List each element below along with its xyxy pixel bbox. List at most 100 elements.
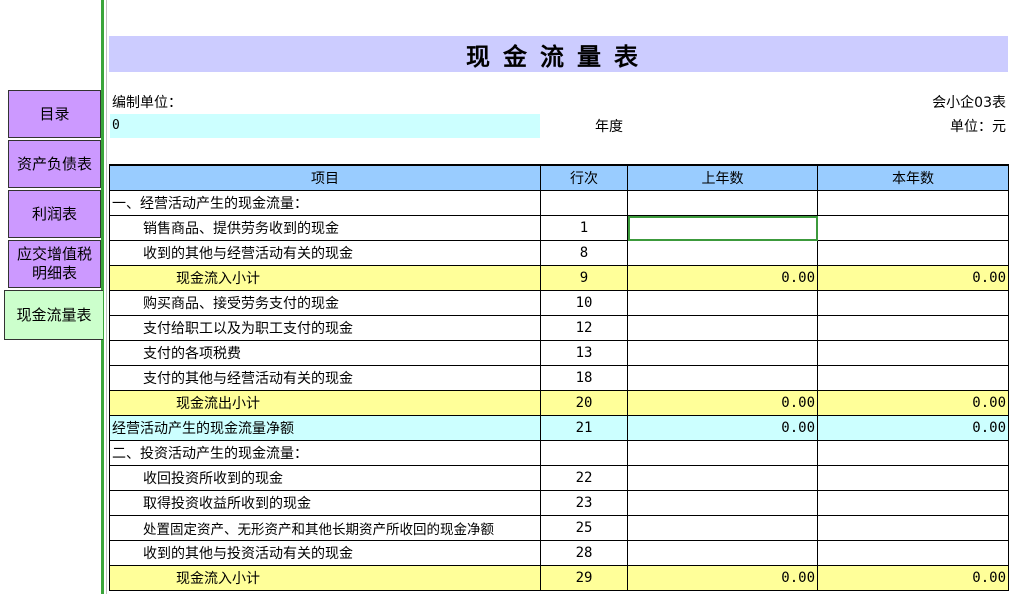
tab-balance-sheet[interactable]: 资产负债表: [8, 140, 101, 188]
line-no-cell[interactable]: [540, 440, 628, 466]
table-row: 收到的其他与投资活动有关的现金 28: [109, 540, 1009, 566]
line-no-cell[interactable]: [540, 190, 628, 216]
net-total-row: 经营活动产生的现金流量净额 21 0.00 0.00: [109, 415, 1009, 441]
line-no-cell[interactable]: 8: [540, 240, 628, 266]
subtotal-row: 现金流入小计 9 0.00 0.00: [109, 265, 1009, 291]
item-cell[interactable]: 支付的其他与经营活动有关的现金: [109, 365, 541, 391]
table-row: 支付的各项税费 13: [109, 340, 1009, 366]
item-cell[interactable]: 二、投资活动产生的现金流量：: [109, 440, 541, 466]
prior-year-cell[interactable]: [627, 315, 818, 341]
item-cell[interactable]: 经营活动产生的现金流量净额: [109, 415, 541, 441]
line-no-cell[interactable]: 22: [540, 465, 628, 491]
line-no-cell[interactable]: 20: [540, 390, 628, 416]
line-no-cell[interactable]: 25: [540, 515, 628, 541]
item-cell[interactable]: 支付给职工以及为职工支付的现金: [109, 315, 541, 341]
tab-label: 应交增值税明细表: [16, 245, 92, 282]
header-current-year: 本年数: [817, 164, 1009, 191]
current-year-cell[interactable]: [817, 315, 1009, 341]
subtotal-row: 现金流入小计 29 0.00 0.00: [109, 565, 1009, 591]
line-no-cell[interactable]: 21: [540, 415, 628, 441]
item-cell[interactable]: 现金流出小计: [109, 390, 541, 416]
unit-name-field[interactable]: 0: [110, 114, 540, 138]
prior-year-cell[interactable]: 0.00: [627, 390, 818, 416]
header-item: 项目: [109, 164, 541, 191]
table-row: 取得投资收益所收到的现金 23: [109, 490, 1009, 516]
subtotal-row: 现金流出小计 20 0.00 0.00: [109, 390, 1009, 416]
current-year-cell[interactable]: [817, 290, 1009, 316]
item-cell[interactable]: 处置固定资产、无形资产和其他长期资产所收回的现金净额: [109, 515, 541, 541]
prior-year-cell[interactable]: [627, 465, 818, 491]
current-year-cell[interactable]: 0.00: [817, 565, 1009, 591]
sheet-border: [106, 0, 107, 594]
header-line-no: 行次: [540, 164, 628, 191]
table-header-row: 项目 行次 上年数 本年数: [109, 164, 1009, 191]
prior-year-cell[interactable]: [627, 365, 818, 391]
item-cell[interactable]: 一、经营活动产生的现金流量：: [109, 190, 541, 216]
item-cell[interactable]: 购买商品、接受劳务支付的现金: [109, 290, 541, 316]
header-prior-year: 上年数: [627, 164, 818, 191]
current-year-cell[interactable]: 0.00: [817, 390, 1009, 416]
item-cell[interactable]: 支付的各项税费: [109, 340, 541, 366]
section-row: 一、经营活动产生的现金流量：: [109, 190, 1009, 216]
prior-year-cell[interactable]: [627, 440, 818, 466]
item-cell[interactable]: 收回投资所收到的现金: [109, 465, 541, 491]
line-no-cell[interactable]: 28: [540, 540, 628, 566]
line-no-cell[interactable]: 10: [540, 290, 628, 316]
current-year-cell[interactable]: [817, 515, 1009, 541]
item-cell[interactable]: 销售商品、提供劳务收到的现金: [109, 215, 541, 241]
prior-year-cell[interactable]: [627, 490, 818, 516]
tab-label: 现金流量表: [16, 305, 92, 324]
line-no-cell[interactable]: 9: [540, 265, 628, 291]
tab-vat-payable-detail[interactable]: 应交增值税明细表: [8, 240, 101, 288]
tab-cash-flow-statement[interactable]: 现金流量表: [4, 290, 103, 340]
item-cell[interactable]: 现金流入小计: [109, 265, 541, 291]
current-year-cell[interactable]: [817, 215, 1009, 241]
tab-label: 资产负债表: [16, 154, 92, 173]
report-title: 现金流量表: [109, 36, 1008, 72]
current-year-cell[interactable]: [817, 490, 1009, 516]
current-year-cell[interactable]: [817, 465, 1009, 491]
table-row: 购买商品、接受劳务支付的现金 10: [109, 290, 1009, 316]
prior-year-cell[interactable]: 0.00: [627, 265, 818, 291]
current-year-cell[interactable]: [817, 440, 1009, 466]
prior-year-cell[interactable]: [627, 190, 818, 216]
tab-toc[interactable]: 目录: [8, 90, 101, 138]
item-cell[interactable]: 收到的其他与经营活动有关的现金: [109, 240, 541, 266]
table-row: 销售商品、提供劳务收到的现金 1: [109, 215, 1009, 241]
prior-year-cell[interactable]: [627, 515, 818, 541]
prior-year-cell[interactable]: [627, 290, 818, 316]
unit-label: 编制单位：: [112, 95, 182, 111]
current-year-cell[interactable]: [817, 365, 1009, 391]
table-row: 收回投资所收到的现金 22: [109, 465, 1009, 491]
current-year-cell[interactable]: 0.00: [817, 265, 1009, 291]
form-code: 会小企03表: [932, 95, 1006, 111]
item-cell[interactable]: 收到的其他与投资活动有关的现金: [109, 540, 541, 566]
prior-year-cell[interactable]: [627, 340, 818, 366]
item-cell[interactable]: 取得投资收益所收到的现金: [109, 490, 541, 516]
current-year-cell[interactable]: 0.00: [817, 415, 1009, 441]
prior-year-cell[interactable]: [627, 240, 818, 266]
prior-year-cell[interactable]: 0.00: [627, 415, 818, 441]
sheet-tab-pane: 目录 资产负债表 利润表 应交增值税明细表 现金流量表: [0, 0, 104, 594]
cash-flow-table: 项目 行次 上年数 本年数 一、经营活动产生的现金流量： 销售商品、提供劳务收到…: [109, 164, 1009, 591]
prior-year-cell[interactable]: 0.00: [627, 565, 818, 591]
line-no-cell[interactable]: 12: [540, 315, 628, 341]
tab-label: 利润表: [31, 204, 77, 223]
tab-label: 目录: [39, 104, 70, 123]
line-no-cell[interactable]: 13: [540, 340, 628, 366]
table-row: 支付给职工以及为职工支付的现金 12: [109, 315, 1009, 341]
current-year-cell[interactable]: [817, 190, 1009, 216]
line-no-cell[interactable]: 23: [540, 490, 628, 516]
current-year-cell[interactable]: [817, 340, 1009, 366]
prior-year-cell-selected[interactable]: [627, 215, 818, 241]
current-year-cell[interactable]: [817, 240, 1009, 266]
line-no-cell[interactable]: 18: [540, 365, 628, 391]
tab-income-statement[interactable]: 利润表: [8, 190, 101, 238]
current-year-cell[interactable]: [817, 540, 1009, 566]
table-row: 处置固定资产、无形资产和其他长期资产所收回的现金净额 25: [109, 515, 1009, 541]
line-no-cell[interactable]: 1: [540, 215, 628, 241]
item-cell[interactable]: 现金流入小计: [109, 565, 541, 591]
line-no-cell[interactable]: 29: [540, 565, 628, 591]
prior-year-cell[interactable]: [627, 540, 818, 566]
section-row: 二、投资活动产生的现金流量：: [109, 440, 1009, 466]
